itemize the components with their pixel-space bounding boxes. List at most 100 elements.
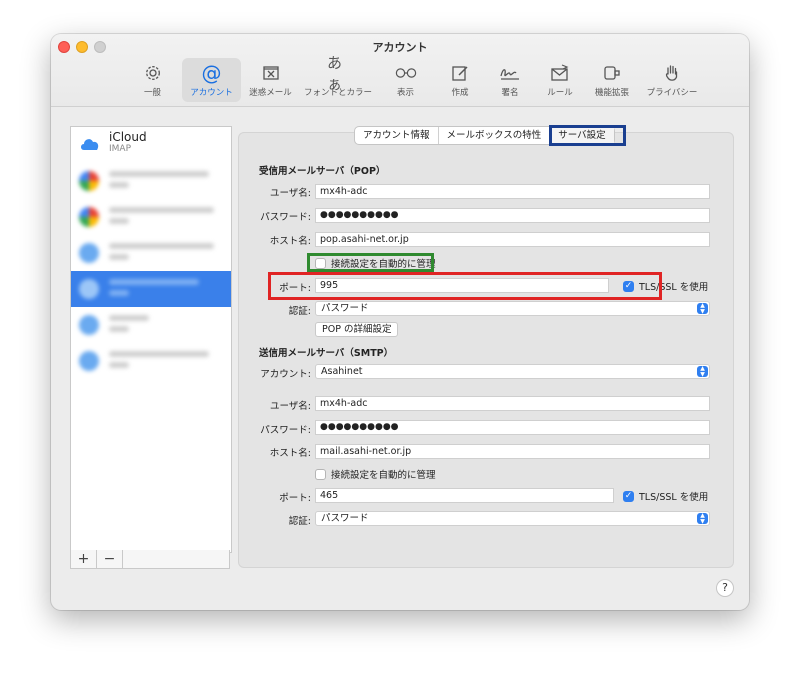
compose-icon	[449, 62, 471, 84]
incoming-username-field[interactable]: mx4h-adc	[315, 184, 710, 199]
account-item-blurred[interactable]	[71, 199, 231, 235]
chevron-up-down-icon: ▲ ▼	[697, 303, 708, 314]
incoming-password-label: パスワード:	[260, 212, 311, 223]
incoming-username-label: ユーザ名:	[269, 188, 311, 199]
account-list: iCloud IMAP	[70, 126, 232, 553]
tab-viewing[interactable]: 表示	[376, 58, 435, 102]
outgoing-password-field[interactable]: ●●●●●●●●●●	[315, 420, 710, 435]
outgoing-tls-row[interactable]: ✓ TLS/SSL を使用	[623, 489, 708, 503]
tab-mailbox-behaviors[interactable]: メールボックスの特性	[439, 127, 551, 144]
account-item-blurred[interactable]	[71, 235, 231, 271]
outgoing-auth-label: 認証:	[288, 516, 311, 527]
outgoing-username-label: ユーザ名:	[269, 401, 311, 412]
account-avatar	[79, 315, 99, 335]
blurred-account-type	[109, 218, 129, 224]
outgoing-port-field[interactable]: 465	[315, 488, 614, 503]
outgoing-host-label: ホスト名:	[269, 448, 311, 459]
outgoing-auto-manage-label: 接続設定を自動的に管理	[331, 470, 436, 481]
outgoing-auth-value: パスワード	[321, 513, 369, 524]
tab-fonts-label: フォントとカラー	[303, 88, 372, 98]
tab-accounts[interactable]: @ アカウント	[182, 58, 241, 102]
glasses-icon	[395, 62, 417, 84]
account-item-icloud[interactable]: iCloud IMAP	[71, 127, 231, 163]
tab-signatures-label: 署名	[501, 88, 519, 98]
incoming-host-label: ホスト名:	[269, 236, 311, 247]
preferences-window: アカウント 一般 @ アカウント 迷惑メール あぁ フォントとカラー 表示 作成…	[51, 34, 749, 610]
tab-account-info[interactable]: アカウント情報	[355, 127, 439, 144]
tab-composing[interactable]: 作成	[435, 58, 485, 102]
preferences-toolbar: 一般 @ アカウント 迷惑メール あぁ フォントとカラー 表示 作成 署名 ルー…	[123, 54, 705, 104]
tab-rules-label: ルール	[547, 88, 573, 98]
outgoing-account-label: アカウント:	[260, 369, 311, 380]
tab-fonts[interactable]: あぁ フォントとカラー	[300, 54, 376, 102]
incoming-auth-value: パスワード	[321, 303, 369, 314]
account-avatar	[79, 207, 99, 227]
highlight-box-auto-manage	[307, 253, 434, 272]
incoming-host-field[interactable]: pop.asahi-net.or.jp	[315, 232, 710, 247]
incoming-auth-label: 認証:	[288, 306, 311, 317]
account-name: iCloud	[109, 130, 147, 144]
tab-privacy[interactable]: プライバシー	[639, 58, 705, 102]
add-account-button[interactable]: +	[71, 550, 97, 568]
outgoing-auth-select[interactable]: パスワード ▲ ▼	[315, 511, 710, 526]
incoming-section-title: 受信用メールサーバ（POP）	[259, 166, 386, 177]
outgoing-username-field[interactable]: mx4h-adc	[315, 396, 710, 411]
blurred-account-name	[109, 243, 214, 249]
highlight-box-server-settings	[549, 125, 626, 146]
account-item-blurred[interactable]	[71, 307, 231, 343]
titlebar: アカウント 一般 @ アカウント 迷惑メール あぁ フォントとカラー 表示 作成…	[51, 34, 749, 107]
account-avatar	[79, 279, 99, 299]
outgoing-password-label: パスワード:	[260, 425, 311, 436]
outgoing-section-title: 送信用メールサーバ（SMTP）	[259, 348, 394, 359]
at-sign-icon: @	[201, 61, 222, 85]
account-item-blurred[interactable]	[71, 163, 231, 199]
tab-general[interactable]: 一般	[123, 58, 182, 102]
account-avatar	[79, 243, 99, 263]
account-avatar	[79, 171, 99, 191]
tab-viewing-label: 表示	[396, 88, 414, 98]
account-list-footer: + −	[70, 550, 230, 569]
incoming-password-field[interactable]: ●●●●●●●●●●	[315, 208, 710, 223]
blurred-account-name	[109, 351, 209, 357]
blurred-account-name	[109, 315, 149, 321]
outgoing-auto-manage-row[interactable]: 接続設定を自動的に管理	[315, 467, 436, 481]
tab-general-label: 一般	[143, 88, 161, 98]
blurred-account-type	[109, 326, 129, 332]
icloud-icon	[79, 135, 99, 155]
tab-extensions[interactable]: 機能拡張	[585, 58, 639, 102]
font-icon: あぁ	[327, 54, 343, 93]
tab-junk-label: 迷惑メール	[249, 88, 292, 98]
outgoing-auto-manage-checkbox[interactable]	[315, 468, 326, 480]
account-item-blurred[interactable]	[71, 343, 231, 379]
blurred-account-name	[109, 279, 199, 285]
tab-rules[interactable]: ルール	[535, 58, 585, 102]
help-button[interactable]: ?	[716, 579, 734, 597]
hand-icon	[661, 62, 683, 84]
signature-icon	[499, 62, 521, 84]
outgoing-tls-checkbox[interactable]: ✓	[623, 490, 634, 502]
outgoing-port-label: ポート:	[279, 493, 311, 504]
blurred-account-type	[109, 254, 129, 260]
tab-junk[interactable]: 迷惑メール	[241, 58, 300, 102]
outgoing-tls-label: TLS/SSL を使用	[639, 492, 709, 503]
pop-advanced-button[interactable]: POP の詳細設定	[315, 322, 399, 337]
rules-icon	[549, 62, 571, 84]
chevron-up-down-icon: ▲ ▼	[697, 366, 708, 377]
junk-mail-icon	[260, 62, 282, 84]
account-avatar	[79, 351, 99, 371]
account-item-selected[interactable]	[71, 271, 231, 307]
blurred-account-type	[109, 290, 129, 296]
account-type: IMAP	[109, 144, 132, 154]
blurred-account-type	[109, 362, 129, 368]
outgoing-account-select[interactable]: Asahinet ▲ ▼	[315, 364, 710, 379]
outgoing-host-field[interactable]: mail.asahi-net.or.jp	[315, 444, 710, 459]
incoming-auth-select[interactable]: パスワード ▲ ▼	[315, 301, 710, 316]
outgoing-account-value: Asahinet	[321, 366, 363, 377]
tab-privacy-label: プライバシー	[646, 88, 698, 98]
highlight-box-port	[268, 272, 662, 300]
tab-composing-label: 作成	[451, 88, 469, 98]
tab-extensions-label: 機能拡張	[594, 88, 629, 98]
tab-signatures[interactable]: 署名	[485, 58, 535, 102]
remove-account-button[interactable]: −	[97, 550, 123, 568]
blurred-account-name	[109, 171, 209, 177]
